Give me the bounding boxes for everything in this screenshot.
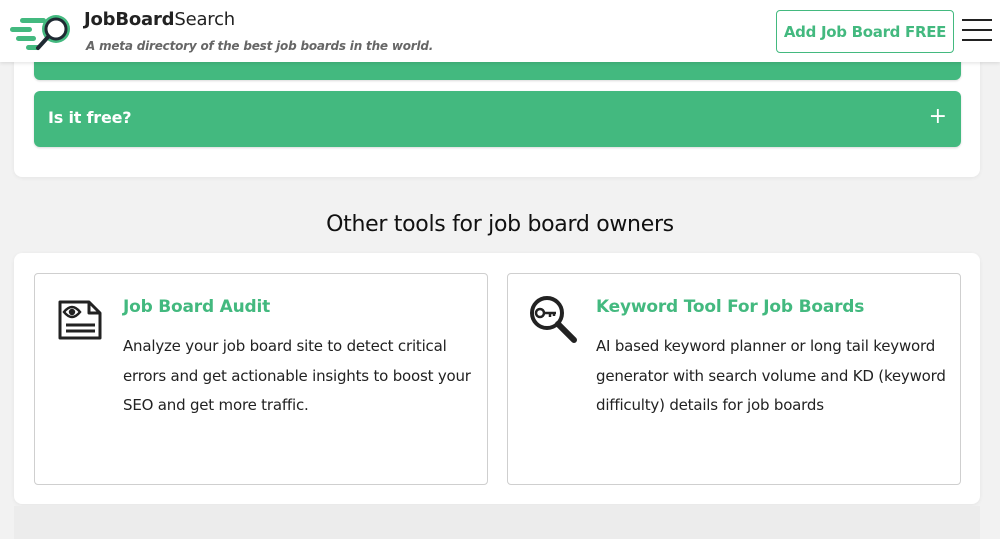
tool-description: AI based keyword planner or long tail ke…	[596, 337, 946, 414]
audit-icon	[58, 300, 102, 340]
add-job-board-button[interactable]: Add Job Board FREE	[776, 10, 954, 53]
tool-description: Analyze your job board site to detect cr…	[123, 337, 471, 414]
brand-name[interactable]: JobBoardSearch	[84, 9, 235, 30]
hamburger-menu-icon[interactable]	[962, 19, 992, 41]
brand-name-bold: JobBoard	[84, 9, 175, 30]
bottom-section	[14, 506, 980, 539]
faq-question: Is it free?	[48, 108, 132, 127]
tool-card-job-board-audit[interactable]: Job Board Audit Analyze your job board s…	[34, 273, 488, 485]
logo-icon[interactable]	[6, 10, 78, 54]
tool-title[interactable]: Keyword Tool For Job Boards	[596, 297, 864, 317]
site-header: JobBoardSearch A meta directory of the b…	[0, 0, 1000, 62]
keyword-search-icon	[530, 296, 577, 343]
tagline: A meta directory of the best job boards …	[86, 39, 434, 53]
expand-plus-icon[interactable]: +	[929, 103, 947, 131]
tool-card-keyword-tool[interactable]: Keyword Tool For Job Boards AI based key…	[507, 273, 961, 485]
section-title: Other tools for job board owners	[326, 212, 674, 237]
faq-item-is-it-free[interactable]: Is it free? +	[34, 91, 961, 147]
tool-title[interactable]: Job Board Audit	[123, 297, 270, 317]
brand-name-light: Search	[174, 9, 235, 30]
